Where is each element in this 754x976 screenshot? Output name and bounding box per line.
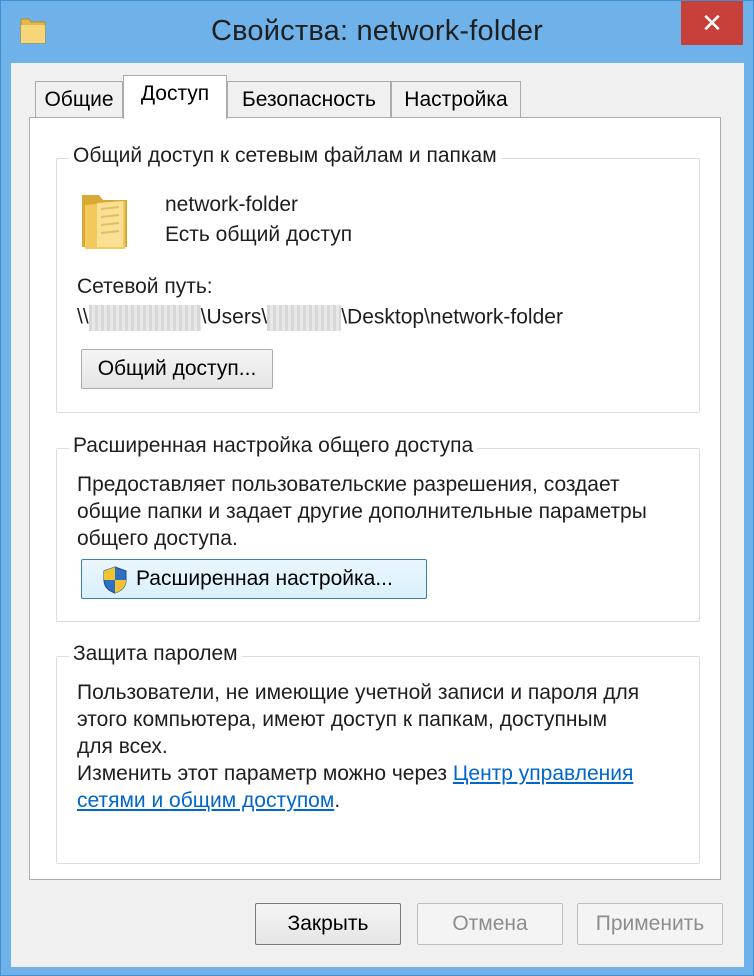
change-setting-line: Изменить этот параметр можно через Центр… <box>77 760 687 787</box>
redacted-computer-name <box>88 305 201 331</box>
share-status: Есть общий доступ <box>165 223 353 246</box>
tab-label: Доступ <box>140 82 210 105</box>
close-window-button[interactable]: ✕ <box>681 1 743 45</box>
redacted-user-name <box>267 305 342 331</box>
link-end: . <box>334 789 341 812</box>
group-legend: Общий доступ к сетевым файлам и папкам <box>69 144 501 168</box>
advanced-description-line: Предоставляет пользовательские разрешени… <box>77 473 620 496</box>
network-center-link[interactable]: сетями и общим доступом <box>77 789 334 812</box>
tab-general[interactable]: Общие <box>35 81 123 119</box>
password-description: Пользователи, не имеющие учетной записи … <box>77 679 687 814</box>
change-setting-text: Изменить этот параметр можно через <box>77 762 453 785</box>
close-button-label: Закрыть <box>287 912 369 935</box>
network-path: \\ \Users\ \Desktop\network-folder <box>77 305 563 331</box>
password-description-line: для всех. <box>77 735 168 758</box>
tab-sharing[interactable]: Доступ <box>123 75 227 119</box>
title-bar[interactable]: Свойства: network-folder ✕ <box>1 1 753 63</box>
apply-button-label: Применить <box>595 912 705 935</box>
cancel-button[interactable]: Отмена <box>417 903 563 945</box>
tab-label: Общие <box>44 88 114 111</box>
sharing-tab-page: Общий доступ к сетевым файлам и папкам n… <box>29 117 721 880</box>
advanced-description: Предоставляет пользовательские разрешени… <box>77 471 687 552</box>
group-legend: Расширенная настройка общего доступа <box>69 434 478 458</box>
share-button[interactable]: Общий доступ... <box>81 349 273 389</box>
tab-label: Настройка <box>404 88 508 111</box>
folder-name: network-folder <box>165 193 299 216</box>
password-description-line: Пользователи, не имеющие учетной записи … <box>77 681 640 704</box>
uac-shield-icon <box>103 566 127 594</box>
advanced-sharing-button-label: Расширенная настройка... <box>136 567 393 590</box>
advanced-sharing-group: Расширенная настройка общего доступа Пре… <box>56 434 700 622</box>
advanced-sharing-button[interactable]: Расширенная настройка... <box>81 559 427 599</box>
close-button[interactable]: Закрыть <box>255 903 401 945</box>
path-suffix: \Desktop\network-folder <box>341 305 563 329</box>
tab-customize[interactable]: Настройка <box>391 81 521 119</box>
network-sharing-group: Общий доступ к сетевым файлам и папкам n… <box>56 144 700 413</box>
advanced-description-line: общие папки и задает другие дополнительн… <box>77 500 647 523</box>
share-button-label: Общий доступ... <box>97 357 257 380</box>
network-path-label: Сетевой путь: <box>77 275 213 298</box>
password-description-line: этого компьютера, имеют доступ к папкам,… <box>77 708 608 731</box>
change-setting-line: сетями и общим доступом. <box>77 787 687 814</box>
cancel-button-label: Отмена <box>452 912 528 935</box>
shared-folder-icon <box>82 195 127 249</box>
advanced-description-line: общего доступа. <box>77 527 238 550</box>
apply-button[interactable]: Применить <box>577 903 723 945</box>
tab-label: Безопасность <box>242 88 376 111</box>
tab-security[interactable]: Безопасность <box>227 81 391 119</box>
path-users: \Users\ <box>200 305 268 329</box>
password-protection-group: Защита паролем Пользователи, не имеющие … <box>56 642 700 864</box>
network-center-link[interactable]: Центр управления <box>453 762 633 785</box>
path-prefix: \\ <box>77 305 89 329</box>
window-title: Свойства: network-folder <box>211 15 543 47</box>
dialog-client-area: Общие Доступ Безопасность Настройка Общи… <box>11 63 744 967</box>
properties-window: Свойства: network-folder ✕ Общие Доступ … <box>0 0 754 976</box>
group-legend: Защита паролем <box>69 642 242 666</box>
